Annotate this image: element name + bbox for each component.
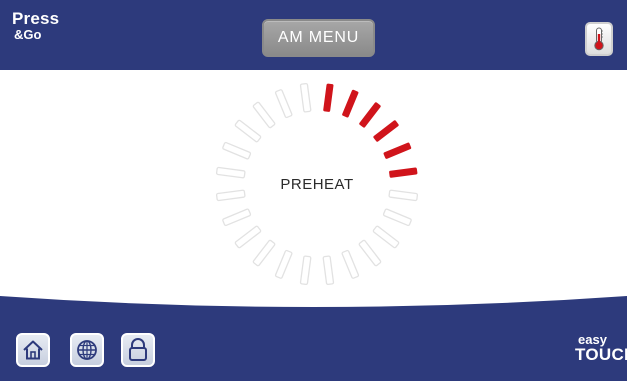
- progress-segment-inactive: [322, 255, 335, 286]
- progress-segment-active: [342, 89, 359, 118]
- globe-icon: [77, 340, 97, 360]
- progress-segment-inactive: [252, 101, 276, 129]
- progress-segment-active: [359, 102, 381, 128]
- am-menu-label: AM MENU: [277, 29, 360, 46]
- language-button[interactable]: [70, 333, 104, 367]
- progress-segment-inactive: [274, 89, 293, 119]
- lock-button[interactable]: [121, 333, 155, 367]
- progress-segment-inactive: [299, 255, 312, 286]
- progress-segment-inactive: [222, 141, 252, 160]
- am-menu-button[interactable]: AM MENU: [262, 19, 375, 57]
- home-button[interactable]: [16, 333, 50, 367]
- progress-segment-inactive: [372, 225, 400, 249]
- progress-segment-active: [323, 83, 334, 112]
- progress-segment-inactive: [299, 82, 312, 113]
- brand-line1: Press: [12, 9, 60, 28]
- thermometer-icon: [594, 27, 604, 51]
- progress-segment-active: [383, 142, 412, 159]
- temperature-button[interactable]: [585, 22, 613, 56]
- progress-segment-inactive: [274, 249, 293, 279]
- progress-segment-inactive: [234, 225, 262, 249]
- progress-segment-inactive: [341, 249, 360, 279]
- progress-segment-inactive: [358, 239, 382, 267]
- brand-logo: Press &Go: [12, 10, 59, 41]
- status-label: PREHEAT: [280, 176, 354, 193]
- brand-line2: &Go: [14, 27, 42, 42]
- easy-touch-logo: easy TOUCH: [575, 333, 627, 363]
- lock-icon: [129, 338, 147, 361]
- home-icon: [23, 340, 43, 360]
- progress-segment-inactive: [382, 208, 412, 227]
- logo-line2: TOUCH: [575, 345, 627, 364]
- progress-segment-active: [373, 120, 399, 142]
- progress-segment-inactive: [252, 239, 276, 267]
- progress-segment-inactive: [222, 208, 252, 227]
- progress-segment-inactive: [234, 119, 262, 143]
